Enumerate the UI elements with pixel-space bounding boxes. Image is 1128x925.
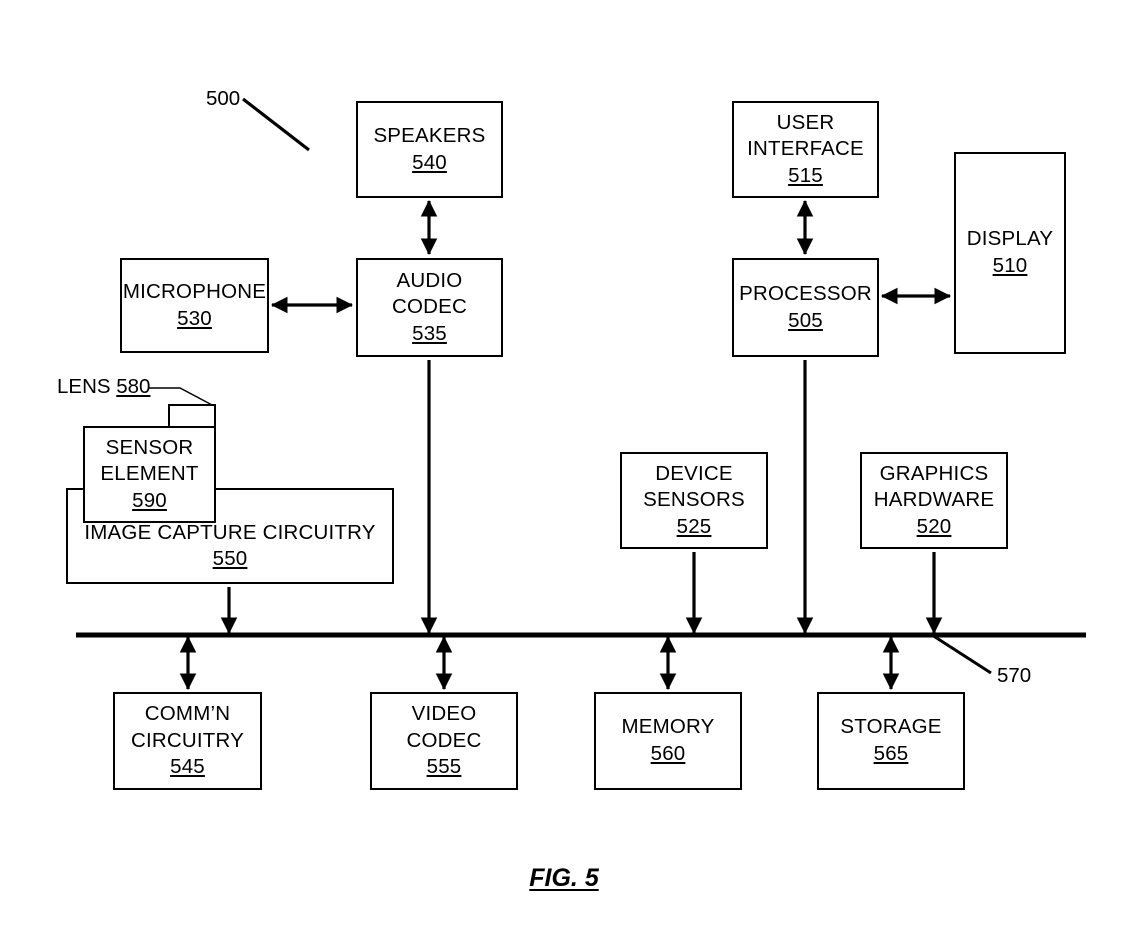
- block-sensor-element-label-2: ELEMENT: [100, 462, 199, 486]
- block-sensor-element-number: 590: [132, 488, 167, 512]
- block-display-number: 510: [992, 254, 1028, 277]
- block-image-capture-circuitry-label: IMAGE CAPTURE CIRCUITRY: [84, 520, 376, 544]
- lens-label-text: LENS: [57, 375, 117, 398]
- block-speakers[interactable]: SPEAKERS 540: [356, 101, 503, 198]
- block-sensor-element-label-1: SENSOR: [105, 435, 194, 459]
- block-audio-codec-label-1: AUDIO: [396, 268, 463, 292]
- block-microphone-number: 530: [177, 306, 212, 330]
- block-device-sensors-label-2: SENSORS: [643, 488, 745, 512]
- lens-label-number: 580: [116, 375, 151, 398]
- block-graphics-hardware-number: 520: [916, 514, 952, 538]
- block-video-codec-label-1: VIDEO: [411, 702, 477, 726]
- ref-label-500-text: 500: [206, 87, 241, 110]
- figure-caption-text: FIG. 5: [529, 864, 599, 892]
- block-device-sensors[interactable]: DEVICE SENSORS 525: [620, 452, 768, 549]
- block-audio-codec[interactable]: AUDIO CODEC 535: [356, 258, 503, 357]
- patent-figure-500: 500 LENS 580 570 SPEAKERS 540 MICROPHONE…: [0, 0, 1128, 925]
- ref-label-570-text: 570: [997, 664, 1032, 687]
- block-processor[interactable]: PROCESSOR 505: [732, 258, 879, 357]
- ref-leader-570: [931, 633, 992, 675]
- block-user-interface-number: 515: [788, 163, 823, 187]
- block-memory-label: MEMORY: [621, 715, 715, 739]
- block-sensor-element[interactable]: SENSOR ELEMENT 590: [83, 426, 216, 523]
- block-microphone[interactable]: MICROPHONE 530: [120, 258, 269, 353]
- block-video-codec-label-2: CODEC: [406, 728, 482, 752]
- block-user-interface-label-1: USER: [776, 110, 835, 134]
- block-audio-codec-label-2: CODEC: [391, 295, 468, 319]
- ref-leader-500: [242, 97, 310, 152]
- block-video-codec[interactable]: VIDEO CODEC 555: [370, 692, 518, 790]
- block-storage-number: 565: [873, 742, 909, 765]
- block-video-codec-number: 555: [426, 755, 462, 779]
- ref-label-lens-580: LENS 580: [57, 375, 150, 399]
- block-display-label: DISPLAY: [966, 227, 1054, 251]
- block-comm-circuitry-label-1: COMM’N: [144, 702, 231, 726]
- block-audio-codec-number: 535: [412, 321, 447, 345]
- ref-label-500: 500: [206, 87, 240, 111]
- block-user-interface-label-2: INTERFACE: [747, 137, 864, 161]
- block-comm-circuitry-number: 545: [170, 755, 205, 779]
- block-storage[interactable]: STORAGE 565: [817, 692, 965, 790]
- figure-caption: FIG. 5: [0, 864, 1128, 893]
- block-memory[interactable]: MEMORY 560: [594, 692, 742, 790]
- block-memory-number: 560: [650, 742, 686, 765]
- block-display[interactable]: DISPLAY 510: [954, 152, 1066, 354]
- block-comm-circuitry-label-2: CIRCUITRY: [130, 728, 245, 752]
- block-device-sensors-number: 525: [676, 514, 712, 538]
- block-graphics-hardware[interactable]: GRAPHICS HARDWARE 520: [860, 452, 1008, 549]
- block-processor-label: PROCESSOR: [739, 281, 872, 305]
- lens-element[interactable]: [168, 404, 216, 428]
- block-processor-number: 505: [788, 308, 823, 332]
- block-comm-circuitry[interactable]: COMM’N CIRCUITRY 545: [113, 692, 262, 790]
- block-microphone-label: MICROPHONE: [122, 279, 267, 303]
- block-speakers-number: 540: [412, 150, 447, 174]
- block-user-interface[interactable]: USER INTERFACE 515: [732, 101, 879, 198]
- ref-label-570: 570: [997, 664, 1031, 688]
- block-graphics-hardware-label-2: HARDWARE: [873, 488, 995, 512]
- block-speakers-label: SPEAKERS: [373, 123, 486, 147]
- block-storage-label: STORAGE: [840, 715, 942, 739]
- block-device-sensors-label-1: DEVICE: [655, 461, 733, 485]
- block-graphics-hardware-label-1: GRAPHICS: [879, 461, 989, 485]
- block-image-capture-circuitry-number: 550: [212, 547, 248, 571]
